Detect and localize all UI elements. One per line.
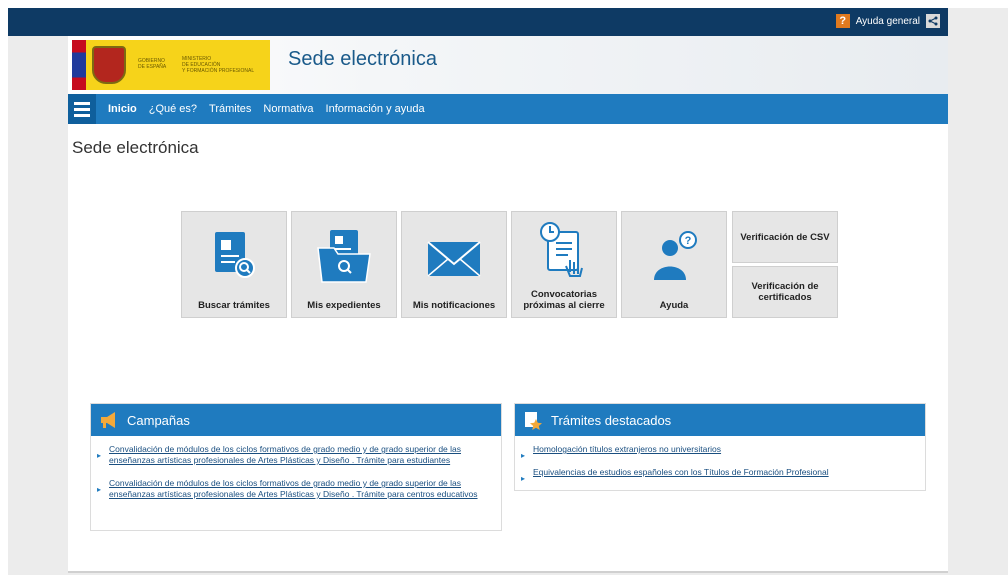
featured-panel: Trámites destacados Homologación títulos… (514, 403, 926, 491)
tile-label: Ayuda (659, 300, 689, 311)
campaigns-panel: Campañas Convalidación de módulos de los… (90, 403, 502, 531)
help-label: Ayuda general (855, 15, 920, 27)
ministry-label: MINISTERIO DE EDUCACIÓN Y FORMACIÓN PROF… (182, 56, 255, 74)
help-link[interactable]: ? Ayuda general (835, 14, 940, 28)
tile-label: Mis notificaciones (412, 300, 496, 311)
tile-label: Buscar trámites (198, 300, 270, 311)
site-header: GOBIERNO DE ESPAÑA MINISTERIO DE EDUCACI… (68, 36, 948, 94)
clock-document-icon (540, 222, 583, 277)
campaign-link[interactable]: Convalidación de módulos de los ciclos f… (97, 478, 493, 500)
site-title[interactable]: Sede electrónica (288, 48, 437, 71)
featured-link[interactable]: Homologación títulos extranjeros no univ… (521, 444, 917, 461)
government-logo[interactable]: GOBIERNO DE ESPAÑA MINISTERIO DE EDUCACI… (72, 40, 270, 90)
svg-text:?: ? (685, 235, 692, 247)
tile-label: Mis expedientes (307, 300, 381, 311)
tile-verificacion-certificados[interactable]: Verificación de certificados (732, 266, 838, 318)
tile-buscar-tramites[interactable]: Buscar trámites (181, 211, 287, 318)
main-container: GOBIERNO DE ESPAÑA MINISTERIO DE EDUCACI… (68, 36, 948, 573)
top-bar: ? Ayuda general (8, 8, 948, 36)
nav-item-tramites[interactable]: Trámites (209, 103, 251, 115)
featured-title: Trámites destacados (551, 412, 672, 428)
document-search-icon (215, 232, 255, 278)
campaigns-title: Campañas (127, 412, 190, 428)
nav-item-informacion-ayuda[interactable]: Información y ayuda (326, 103, 425, 115)
featured-link[interactable]: Equivalencias de estudios españoles con … (521, 467, 917, 484)
nav-item-que-es[interactable]: ¿Qué es? (149, 103, 197, 115)
menu-icon[interactable] (68, 94, 96, 124)
folder-search-icon (317, 230, 371, 283)
tile-verificacion-csv[interactable]: Verificación de CSV (732, 211, 838, 263)
envelope-icon (427, 241, 481, 277)
featured-header: Trámites destacados (515, 404, 925, 436)
tile-convocatorias[interactable]: Convocatorias próximas al cierre (511, 211, 617, 318)
page-title: Sede electrónica (72, 138, 199, 157)
main-nav: Inicio ¿Qué es? Trámites Normativa Infor… (68, 94, 948, 124)
share-icon[interactable] (926, 14, 940, 28)
tile-mis-notificaciones[interactable]: Mis notificaciones (401, 211, 507, 318)
user-help-icon: ? (654, 231, 697, 280)
nav-item-inicio[interactable]: Inicio (108, 103, 137, 115)
megaphone-icon (101, 412, 115, 428)
help-icon: ? (835, 14, 850, 28)
flag-icon (72, 40, 86, 90)
campaign-link[interactable]: Convalidación de módulos de los ciclos f… (97, 444, 493, 466)
document-star-icon (525, 412, 542, 430)
tile-mis-expedientes[interactable]: Mis expedientes (291, 211, 397, 318)
tile-ayuda[interactable]: ? Ayuda (621, 211, 727, 318)
nav-item-normativa[interactable]: Normativa (263, 103, 313, 115)
government-label: GOBIERNO DE ESPAÑA (138, 58, 167, 70)
coat-of-arms-icon (92, 46, 126, 84)
campaigns-header: Campañas (91, 404, 501, 436)
tile-label: Convocatorias próximas al cierre (523, 289, 605, 311)
